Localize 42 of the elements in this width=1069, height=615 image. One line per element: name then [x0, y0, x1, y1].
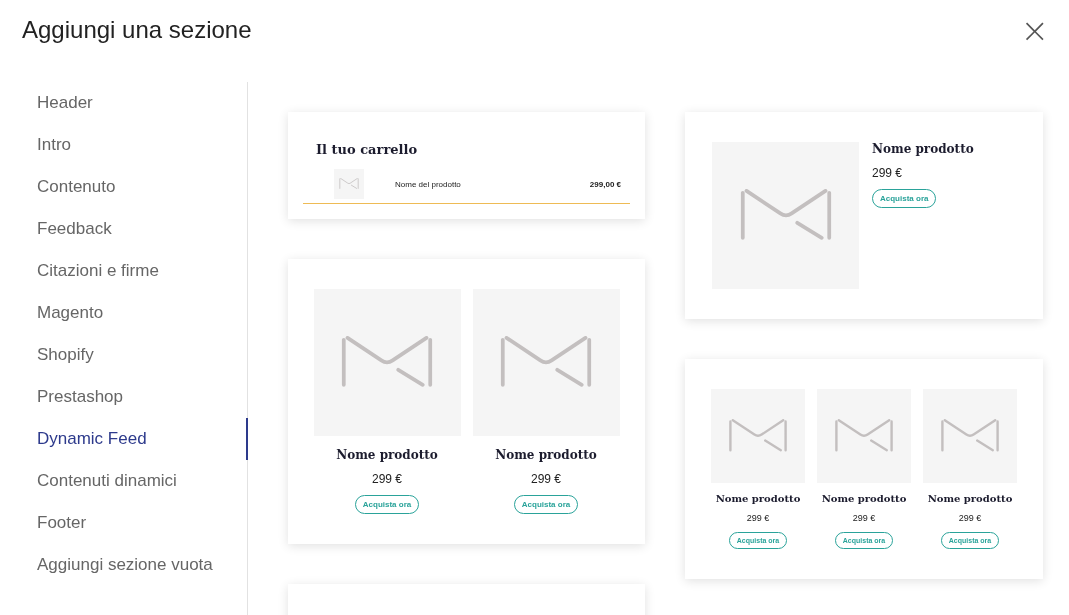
sidebar-item[interactable]: Shopify — [0, 334, 248, 376]
product-price: 299,00 € — [589, 179, 621, 189]
sidebar-item[interactable]: Prestashop — [0, 376, 248, 418]
sidebar-item[interactable]: Contenuti dinamici — [0, 460, 248, 502]
logo-icon — [834, 419, 894, 453]
product-price: 299 € — [531, 472, 561, 486]
product-grid-card[interactable]: Nome prodotto 299 € Acquista ora Nome prodotto 299 € Acquista ora — [288, 259, 645, 544]
sidebar-item[interactable]: Magento — [0, 292, 248, 334]
sidebar-item[interactable]: Citazioni e firme — [0, 250, 248, 292]
close-button[interactable]: × — [1020, 13, 1049, 47]
product-name: Nome prodotto — [715, 493, 801, 504]
product-name: Nome prodotto — [821, 493, 907, 504]
product-price: 299 € — [958, 513, 982, 523]
sidebar-item[interactable]: Dynamic Feed — [0, 418, 248, 460]
dialog-title: Aggiungi una sezione — [22, 16, 252, 44]
logo-icon — [728, 419, 788, 453]
product-name: Nome prodotto — [872, 142, 974, 156]
logo-icon — [339, 178, 359, 190]
logo-icon — [340, 336, 434, 389]
product-name: Nome prodotto — [495, 448, 597, 462]
sidebar-item[interactable]: Intro — [0, 124, 248, 166]
logo-icon — [738, 189, 833, 242]
cart-card[interactable]: Il tuo carrello Nome del prodotto 299,00 € — [288, 112, 645, 219]
sidebar-item[interactable]: Feedback — [0, 208, 248, 250]
logo-icon — [940, 419, 1000, 453]
product-price: 299 € — [852, 513, 876, 523]
product-name: Nome del prodotto — [395, 179, 462, 189]
cart-title: Il tuo carrello — [316, 142, 419, 157]
buy-button[interactable]: Acquista ora — [513, 495, 579, 514]
buy-button[interactable]: Acquista ora — [872, 189, 937, 208]
product-price: 299 € — [872, 166, 903, 180]
sidebar-item[interactable]: Header — [0, 82, 248, 124]
product-name: Nome prodotto — [927, 493, 1013, 504]
product-card[interactable]: Nome prodotto 299 € Acquista ora — [685, 112, 1043, 319]
sidebar-item[interactable]: Aggiungi sezione vuota — [0, 544, 248, 586]
logo-icon — [499, 336, 593, 389]
buy-button[interactable]: Acquista ora — [354, 495, 420, 514]
product-price: 299 € — [746, 513, 770, 523]
product-price: 299 € — [372, 472, 402, 486]
product-name: Nome prodotto — [336, 448, 438, 462]
sidebar-item[interactable]: Contenuto — [0, 166, 248, 208]
sidebar-item[interactable]: Footer — [0, 502, 248, 544]
